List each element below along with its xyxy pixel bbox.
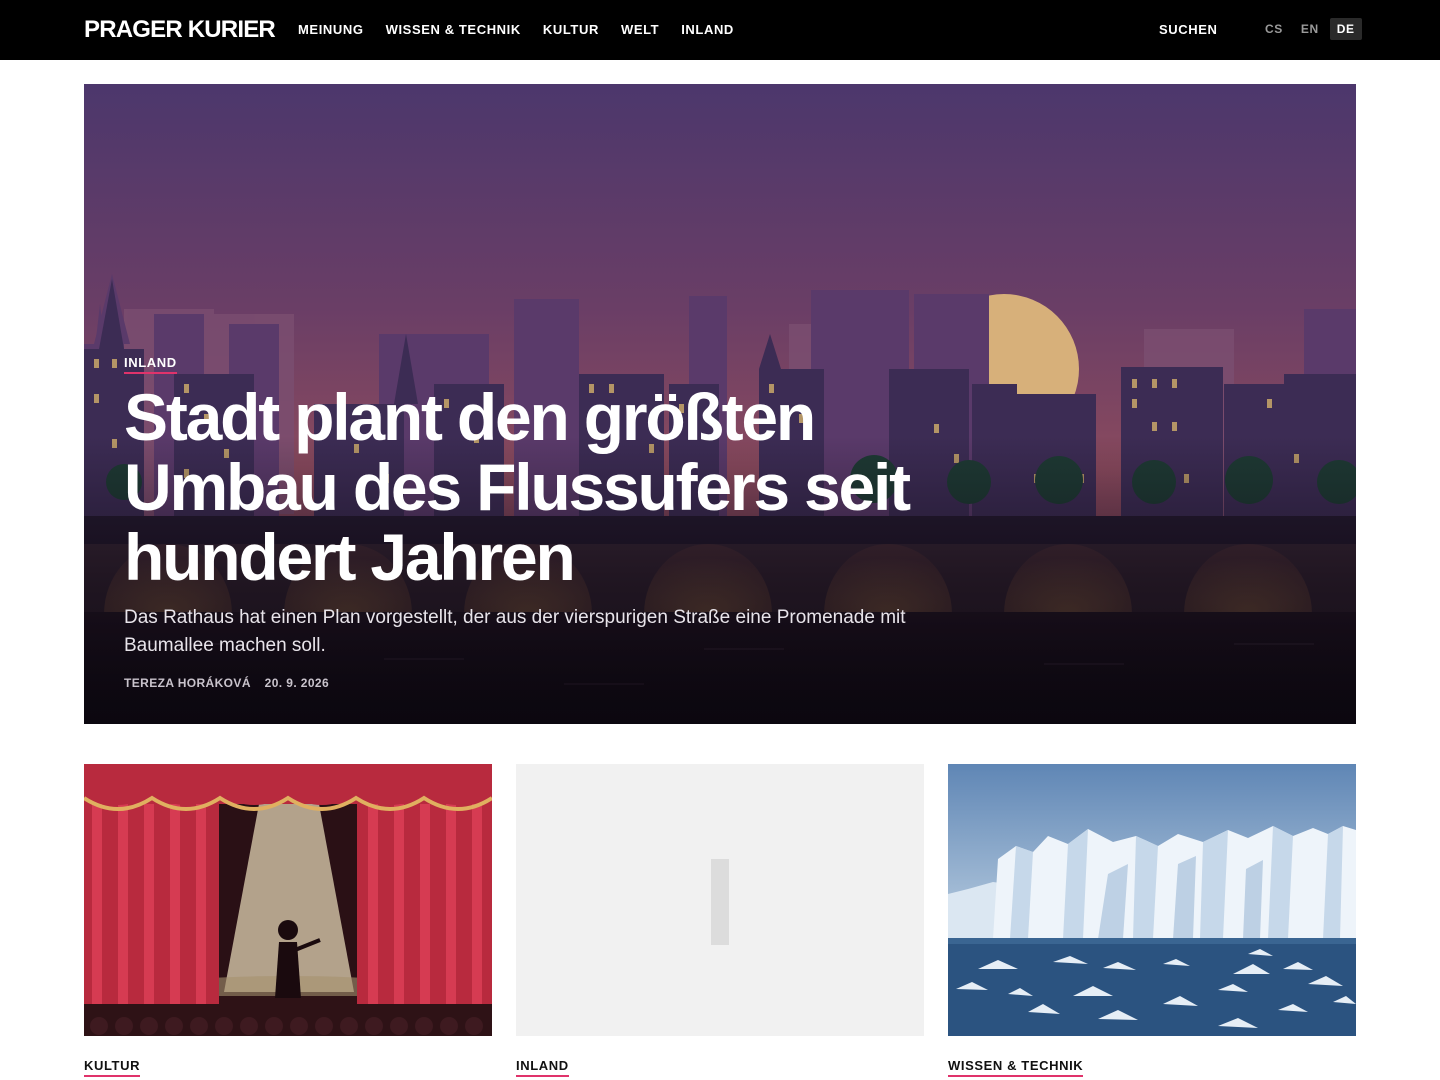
nav-item-wissen-technik[interactable]: WISSEN & TECHNIK	[386, 22, 521, 37]
article-card[interactable]: KULTUR	[84, 764, 492, 1077]
lang-en[interactable]: EN	[1294, 18, 1326, 40]
article-card[interactable]: WISSEN & TECHNIK	[948, 764, 1356, 1077]
hero-dek: Das Rathaus hat einen Plan vorgestellt, …	[124, 607, 906, 656]
card-section-tag[interactable]: WISSEN & TECHNIK	[948, 1058, 1084, 1077]
hero-section-tag[interactable]: INLAND	[124, 355, 177, 374]
hero-text-block: INLAND Stadt plant den größten Umbau des…	[124, 354, 1024, 690]
nav-item-inland[interactable]: INLAND	[681, 22, 734, 37]
card-image[interactable]	[516, 764, 924, 1036]
card-image[interactable]	[84, 764, 492, 1036]
lang-de[interactable]: DE	[1329, 18, 1362, 40]
hero-article[interactable]: INLAND Stadt plant den größten Umbau des…	[84, 84, 1356, 724]
theater-stage-illustration	[84, 764, 492, 1036]
hero-date: 20. 9. 2026	[264, 676, 330, 690]
nav-item-kultur[interactable]: KULTUR	[543, 22, 599, 37]
search-link[interactable]: SUCHEN	[1159, 22, 1218, 37]
lang-cs[interactable]: CS	[1258, 18, 1290, 40]
hero-author[interactable]: TEREZA HORÁKOVÁ	[124, 676, 251, 690]
hero-headline[interactable]: Stadt plant den größten Umbau des Flussu…	[124, 382, 1024, 592]
nav-item-welt[interactable]: WELT	[621, 22, 659, 37]
article-card[interactable]: INLAND	[516, 764, 924, 1077]
site-logo[interactable]: PRAGER KURIER	[84, 16, 276, 44]
main-nav: MEINUNG WISSEN & TECHNIK KULTUR WELT INL…	[298, 22, 756, 37]
nav-item-meinung[interactable]: MEINUNG	[298, 22, 364, 37]
card-section-tag[interactable]: INLAND	[516, 1058, 569, 1077]
card-image[interactable]	[948, 764, 1356, 1036]
image-placeholder	[516, 764, 924, 1036]
site-header: PRAGER KURIER MEINUNG WISSEN & TECHNIK K…	[0, 0, 1440, 60]
glacier-illustration	[948, 764, 1356, 1036]
card-section-tag[interactable]: KULTUR	[84, 1058, 141, 1077]
hero-byline: TEREZA HORÁKOVÁ 20. 9. 2026	[124, 676, 1024, 690]
language-switcher: CS EN DE	[1258, 18, 1362, 40]
